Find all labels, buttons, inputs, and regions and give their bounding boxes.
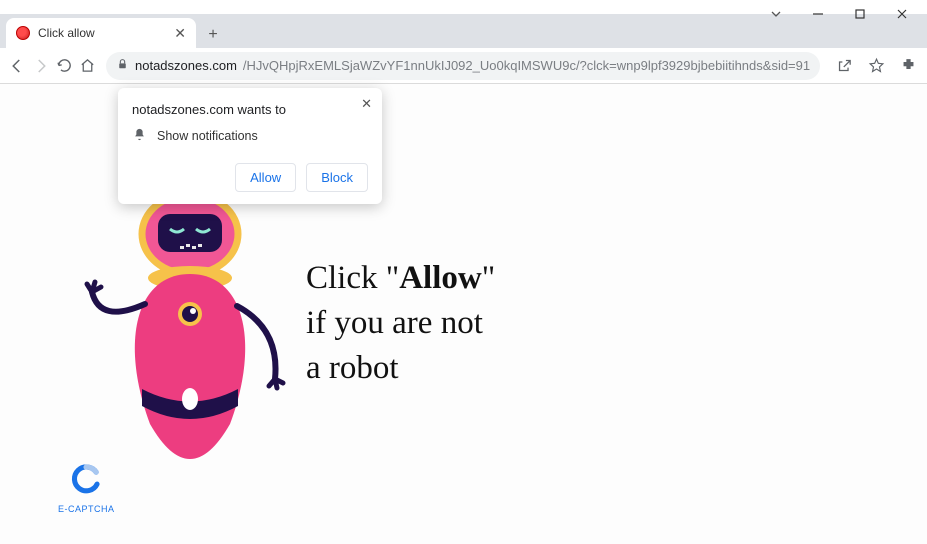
popup-permission-label: Show notifications — [157, 129, 258, 143]
close-tab-icon[interactable]: ✕ — [174, 25, 186, 42]
block-button[interactable]: Block — [306, 163, 368, 192]
forward-button[interactable] — [32, 53, 50, 79]
text-line1-bold: Allow — [399, 260, 482, 296]
bell-icon — [132, 127, 147, 145]
captcha-badge: E-CAPTCHA — [58, 462, 115, 514]
url-path: /HJvQHpjRxEMLSjaWZvYF1nnUkIJ092_Uo0kqIMS… — [243, 58, 810, 73]
bookmark-star-icon[interactable] — [862, 52, 890, 80]
extensions-icon[interactable] — [894, 52, 922, 80]
share-icon[interactable] — [830, 52, 858, 80]
text-line1-pre: Click " — [306, 260, 399, 296]
browser-toolbar: notadszones.com/HJvQHpjRxEMLSjaWZvYF1nnU… — [0, 48, 927, 84]
captcha-logo-icon — [69, 462, 103, 501]
window-maximize-icon[interactable] — [843, 0, 877, 28]
window-dropdown-icon[interactable] — [759, 0, 793, 28]
browser-tab[interactable]: Click allow ✕ — [6, 18, 196, 48]
text-line3: a robot — [306, 350, 399, 386]
new-tab-button[interactable]: + — [200, 22, 226, 48]
text-line2: if you are not — [306, 305, 483, 341]
home-button[interactable] — [79, 53, 96, 79]
window-close-icon[interactable] — [885, 0, 919, 28]
tab-strip: Click allow ✕ + — [0, 14, 927, 48]
allow-button[interactable]: Allow — [235, 163, 296, 192]
page-content: ✕ notadszones.com wants to Show notifica… — [0, 84, 927, 544]
popup-origin-text: notadszones.com wants to — [132, 102, 368, 117]
text-line1-post: " — [482, 260, 495, 296]
window-minimize-icon[interactable] — [801, 0, 835, 28]
lock-icon — [116, 58, 129, 74]
popup-close-icon[interactable]: ✕ — [361, 96, 372, 112]
reload-button[interactable] — [56, 53, 73, 79]
url-domain: notadszones.com — [135, 58, 237, 73]
back-button[interactable] — [8, 53, 26, 79]
tab-title: Click allow — [38, 26, 166, 40]
instruction-text: Click "Allow" if you are not a robot — [306, 256, 495, 391]
tab-favicon — [16, 26, 30, 40]
address-bar[interactable]: notadszones.com/HJvQHpjRxEMLSjaWZvYF1nnU… — [106, 52, 820, 80]
robot-illustration — [80, 174, 300, 484]
window-controls — [759, 0, 927, 28]
captcha-label: E-CAPTCHA — [58, 504, 115, 514]
toolbar-right-icons — [830, 52, 927, 80]
notification-permission-popup: ✕ notadszones.com wants to Show notifica… — [118, 88, 382, 204]
